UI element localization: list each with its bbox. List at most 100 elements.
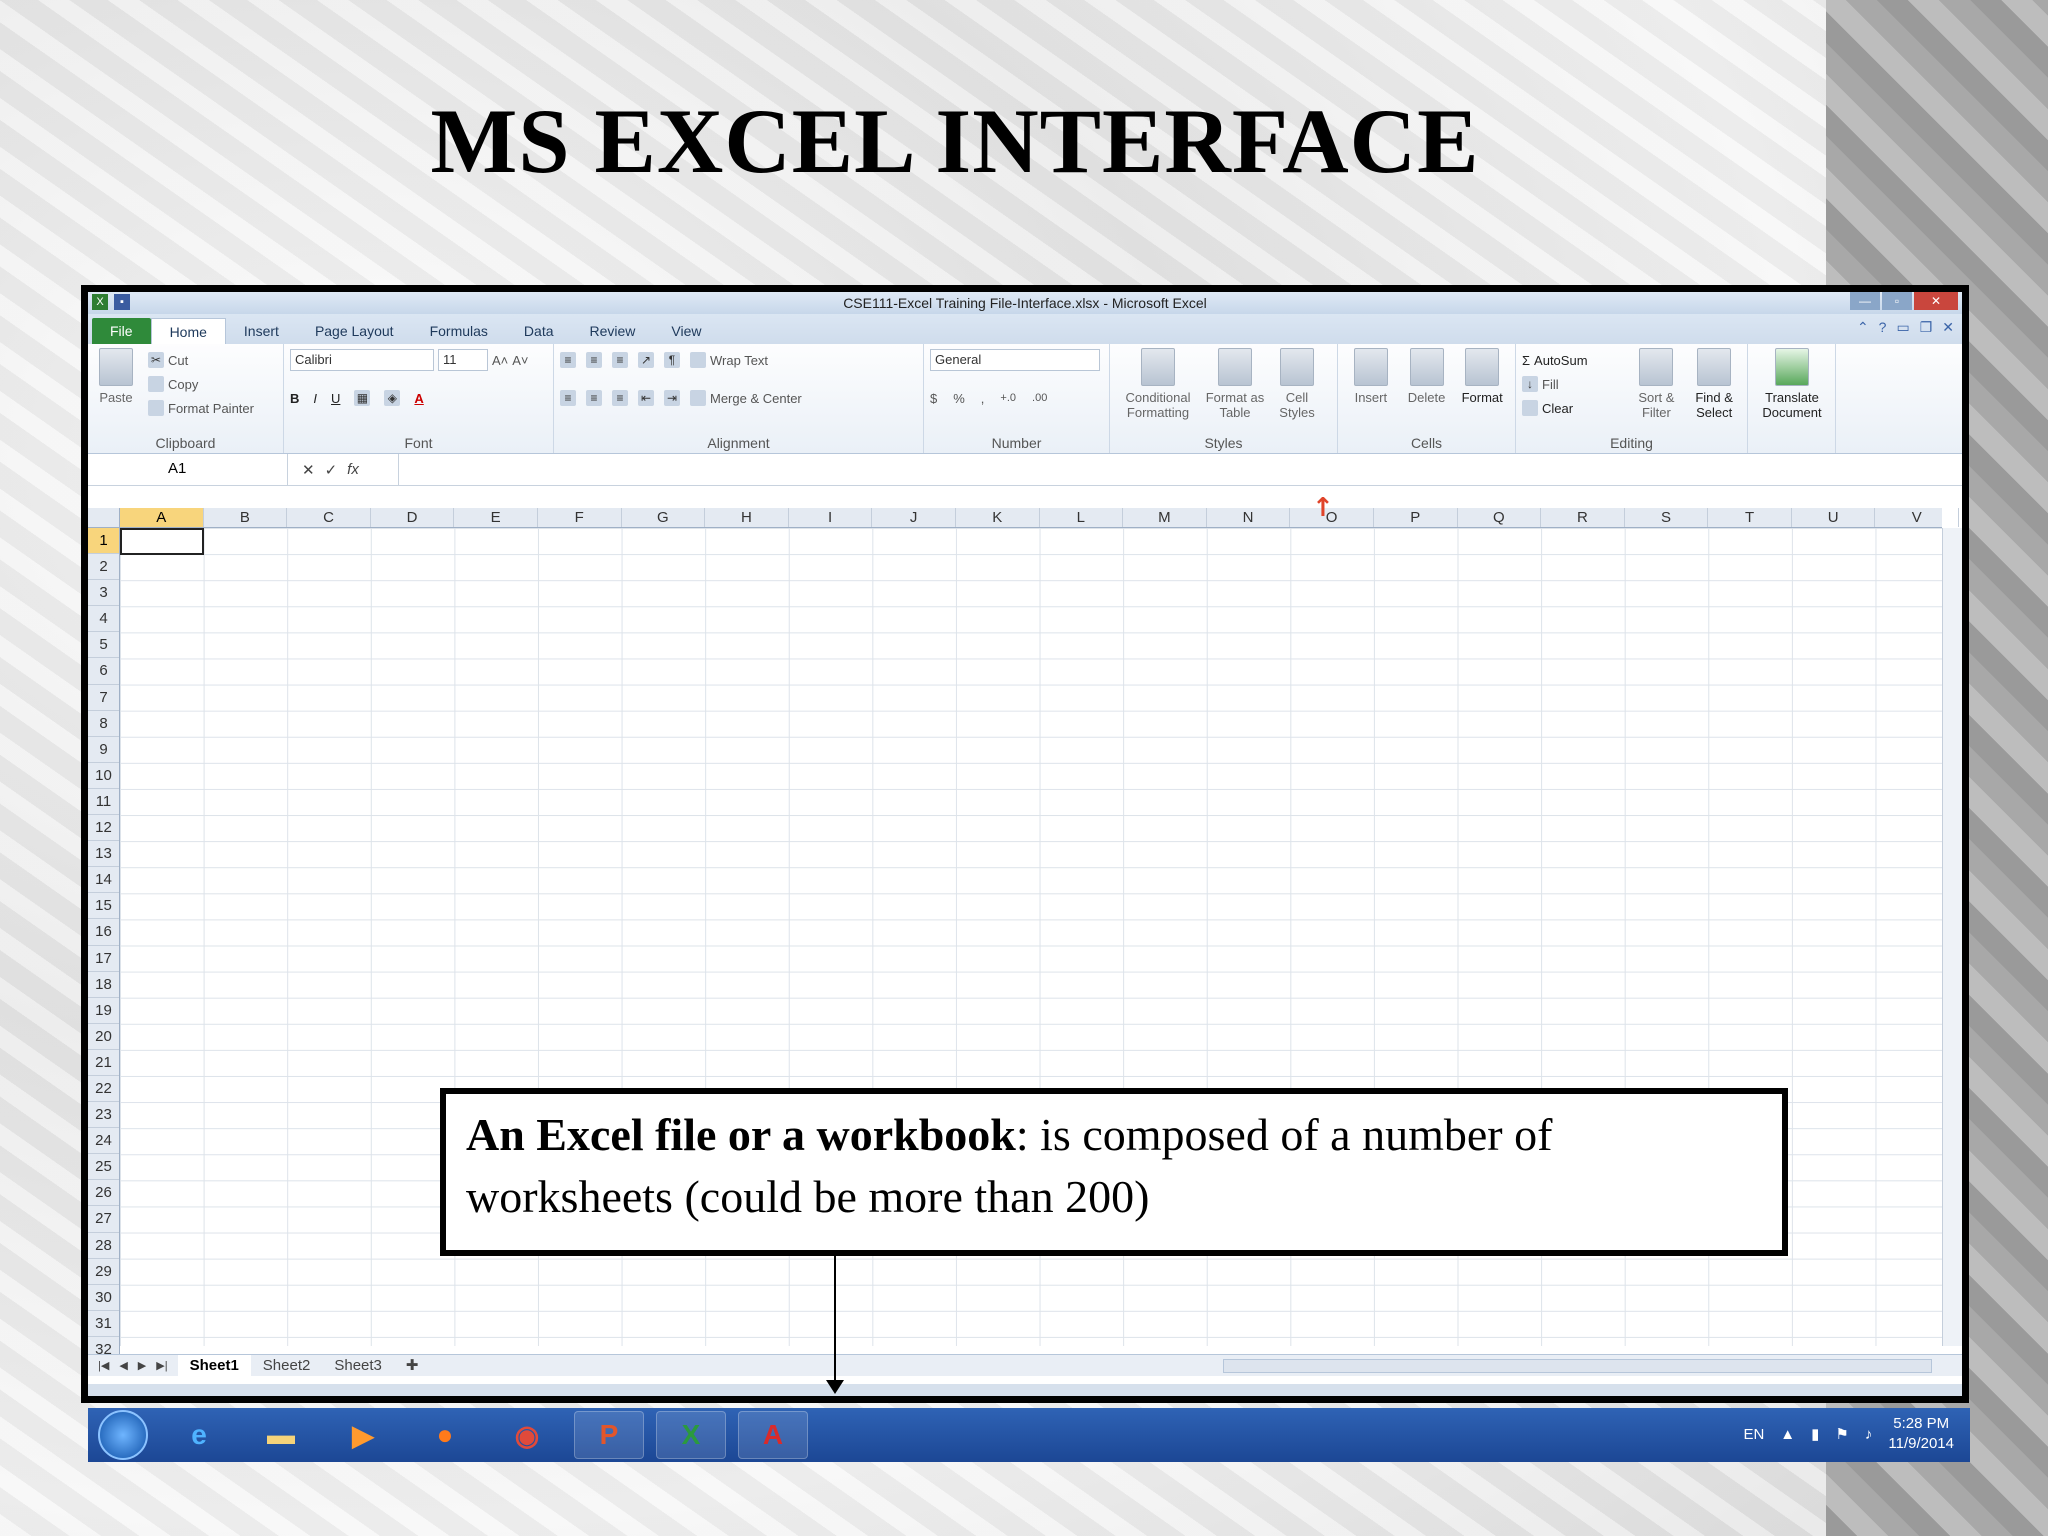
row-header[interactable]: 31: [88, 1311, 119, 1337]
internet-explorer-icon[interactable]: e: [164, 1411, 234, 1459]
row-header[interactable]: 3: [88, 580, 119, 607]
align-middle-icon[interactable]: ≡: [586, 352, 602, 368]
help-icon[interactable]: ?: [1879, 319, 1887, 336]
active-cell[interactable]: [120, 528, 204, 555]
vertical-scrollbar[interactable]: [1942, 528, 1962, 1346]
align-center-icon[interactable]: ≡: [586, 390, 602, 406]
network-icon[interactable]: ▮: [1811, 1425, 1819, 1443]
cancel-icon[interactable]: ✕: [302, 461, 315, 479]
column-header[interactable]: U: [1792, 508, 1876, 527]
clock[interactable]: 5:28 PM 11/9/2014: [1888, 1414, 1954, 1454]
row-header[interactable]: 16: [88, 919, 119, 946]
acrobat-icon[interactable]: A: [738, 1411, 808, 1459]
enter-icon[interactable]: ✓: [325, 461, 338, 479]
insert-sheet-icon[interactable]: ✚: [394, 1355, 431, 1377]
select-all-corner[interactable]: [88, 508, 120, 528]
column-header[interactable]: A: [120, 508, 204, 527]
clear-button[interactable]: Clear: [1522, 396, 1626, 420]
column-header[interactable]: L: [1040, 508, 1124, 527]
conditional-formatting-button[interactable]: Conditional Formatting: [1116, 348, 1200, 449]
text-direction-icon[interactable]: ¶: [664, 352, 680, 368]
first-sheet-icon[interactable]: |◀: [98, 1359, 109, 1372]
font-size-select[interactable]: 11: [438, 349, 488, 371]
cell-styles-button[interactable]: Cell Styles: [1270, 348, 1324, 449]
column-header[interactable]: P: [1374, 508, 1458, 527]
column-header[interactable]: B: [204, 508, 288, 527]
decrease-indent-icon[interactable]: ⇤: [638, 390, 654, 406]
start-button[interactable]: [98, 1410, 148, 1460]
name-box[interactable]: A1: [88, 454, 288, 485]
column-header[interactable]: N: [1207, 508, 1291, 527]
autosum-button[interactable]: Σ AutoSum: [1522, 348, 1626, 372]
row-header[interactable]: 28: [88, 1233, 119, 1259]
insert-function-icon[interactable]: fx: [347, 461, 359, 479]
row-header[interactable]: 4: [88, 606, 119, 633]
horizontal-scrollbar[interactable]: [1223, 1359, 1932, 1373]
comma-icon[interactable]: ,: [981, 391, 985, 406]
find-select-button[interactable]: Find & Select: [1687, 348, 1741, 449]
grow-font-icon[interactable]: A˄: [492, 353, 508, 368]
ribbon-minimize-icon[interactable]: ⌃: [1857, 319, 1869, 336]
row-header[interactable]: 24: [88, 1128, 119, 1155]
chrome-icon[interactable]: ◉: [492, 1411, 562, 1459]
row-header[interactable]: 10: [88, 763, 119, 789]
tab-home[interactable]: Home: [150, 318, 226, 344]
row-header[interactable]: 17: [88, 946, 119, 972]
row-header[interactable]: 14: [88, 867, 119, 894]
row-header[interactable]: 2: [88, 554, 119, 581]
fill-color-icon[interactable]: ◈: [384, 390, 401, 406]
orientation-icon[interactable]: ↗: [638, 352, 654, 368]
borders-icon[interactable]: ▦: [354, 390, 371, 406]
percent-icon[interactable]: %: [953, 391, 965, 406]
workbook-close-icon[interactable]: ✕: [1942, 319, 1954, 336]
align-left-icon[interactable]: ≡: [560, 390, 576, 406]
last-sheet-icon[interactable]: ▶|: [156, 1359, 167, 1372]
align-right-icon[interactable]: ≡: [612, 390, 628, 406]
insert-cells-button[interactable]: Insert: [1344, 348, 1398, 449]
excel-icon[interactable]: X: [656, 1411, 726, 1459]
tab-insert[interactable]: Insert: [226, 318, 297, 344]
column-header[interactable]: J: [872, 508, 956, 527]
column-header[interactable]: H: [705, 508, 789, 527]
media-player-icon[interactable]: ▶: [328, 1411, 398, 1459]
file-explorer-icon[interactable]: ▬: [246, 1411, 316, 1459]
language-indicator[interactable]: EN: [1743, 1426, 1764, 1443]
row-header[interactable]: 20: [88, 1024, 119, 1050]
tab-file[interactable]: File: [92, 318, 151, 344]
row-header[interactable]: 9: [88, 737, 119, 763]
sheet-tab-sheet1[interactable]: Sheet1: [177, 1354, 251, 1377]
close-button[interactable]: ✕: [1914, 292, 1958, 310]
row-header[interactable]: 18: [88, 972, 119, 998]
powerpoint-icon[interactable]: P: [574, 1411, 644, 1459]
increase-indent-icon[interactable]: ⇥: [664, 390, 680, 406]
delete-cells-button[interactable]: Delete: [1400, 348, 1454, 449]
row-header[interactable]: 22: [88, 1076, 119, 1103]
row-header[interactable]: 25: [88, 1154, 119, 1181]
italic-button[interactable]: I: [313, 391, 317, 406]
row-header[interactable]: 19: [88, 998, 119, 1024]
tab-view[interactable]: View: [653, 318, 719, 344]
number-format-select[interactable]: General: [930, 349, 1100, 371]
minimize-button[interactable]: —: [1850, 292, 1880, 310]
column-header[interactable]: R: [1541, 508, 1625, 527]
row-header[interactable]: 13: [88, 841, 119, 868]
underline-button[interactable]: U: [331, 391, 340, 406]
font-name-select[interactable]: Calibri: [290, 349, 434, 371]
sheet-tab-sheet3[interactable]: Sheet3: [322, 1355, 394, 1377]
decrease-decimal-icon[interactable]: .00: [1032, 392, 1047, 404]
row-header[interactable]: 12: [88, 815, 119, 842]
tab-data[interactable]: Data: [506, 318, 572, 344]
row-header[interactable]: 6: [88, 658, 119, 685]
row-header[interactable]: 30: [88, 1285, 119, 1311]
sheet-tab-sheet2[interactable]: Sheet2: [251, 1355, 323, 1377]
column-header[interactable]: V: [1875, 508, 1960, 527]
row-header[interactable]: 23: [88, 1102, 119, 1129]
align-top-icon[interactable]: ≡: [560, 352, 576, 368]
column-header[interactable]: D: [371, 508, 455, 527]
column-header[interactable]: I: [789, 508, 873, 527]
column-header[interactable]: M: [1123, 508, 1207, 527]
row-header[interactable]: 1: [88, 528, 119, 555]
prev-sheet-icon[interactable]: ◀: [119, 1359, 127, 1372]
merge-center-button[interactable]: Merge & Center: [690, 386, 802, 410]
row-header[interactable]: 11: [88, 789, 119, 816]
